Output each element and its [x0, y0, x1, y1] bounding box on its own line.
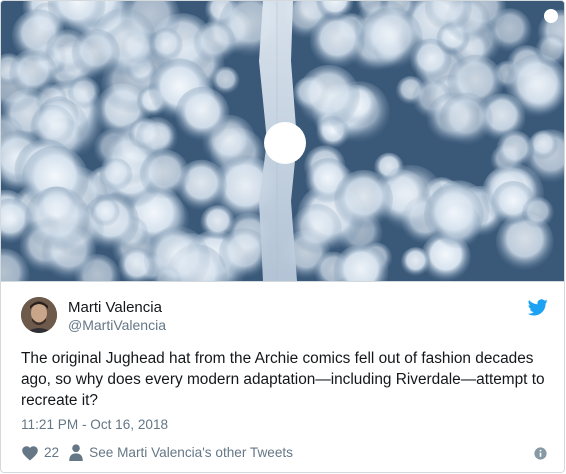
tweet-text: The original Jughead hat from the Archie…: [21, 350, 545, 409]
avatar-portrait: [21, 297, 57, 333]
info-icon[interactable]: [534, 447, 547, 460]
avatar[interactable]: [21, 297, 57, 333]
tweet-timestamp[interactable]: 11:21 PM - Oct 16, 2018: [21, 417, 168, 432]
author-name[interactable]: Marti Valencia: [68, 299, 162, 316]
like-count[interactable]: 22: [44, 445, 59, 460]
tweet-card: Marti Valencia @MartiValencia The origin…: [0, 0, 565, 473]
twitter-bird-icon[interactable]: [528, 299, 548, 316]
media-center-button[interactable]: [264, 122, 306, 164]
media-corner-dot: [544, 9, 558, 23]
person-icon: [69, 443, 83, 461]
tweet-actions: 22 See Marti Valencia's other Tweets: [21, 442, 293, 462]
heart-icon[interactable]: [21, 444, 39, 461]
author-handle[interactable]: @MartiValencia: [68, 317, 166, 333]
tweet-media-image[interactable]: [1, 1, 564, 281]
media-divider: [1, 281, 564, 282]
other-tweets-link[interactable]: See Marti Valencia's other Tweets: [89, 445, 293, 460]
